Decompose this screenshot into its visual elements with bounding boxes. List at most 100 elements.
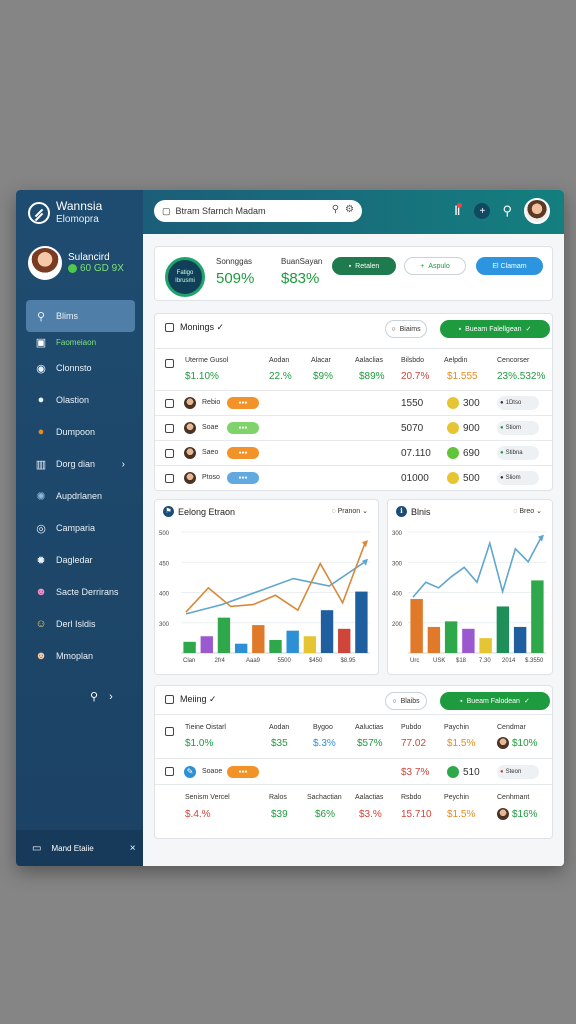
checkbox[interactable] — [165, 474, 174, 483]
search-input[interactable]: ▢ Btram Sfarnch Madam ⚲ ⚙ — [154, 200, 362, 222]
bar — [444, 621, 458, 653]
y-tick-label: 450 — [159, 561, 170, 567]
sidebar-item-faomeiaon[interactable]: ▣ Faomeiaon — [26, 332, 135, 352]
blaibs-button[interactable]: ○ Blaibs — [385, 692, 427, 710]
bueam-falodean-button[interactable]: ▪ Bueam Falodean ✓ — [440, 692, 550, 710]
search-icon[interactable]: ⚲ — [332, 204, 339, 215]
checkbox[interactable] — [165, 767, 174, 776]
status-dot-icon — [68, 264, 77, 273]
row-number: 01000 — [401, 473, 429, 484]
row-number: 1550 — [401, 398, 424, 409]
retalen-button[interactable]: ▪ Retalen — [332, 257, 396, 275]
row-coin-value: 900 — [463, 423, 480, 434]
sidebar-item-sacte-derrirans[interactable]: ☻ Sacte Derrirans — [26, 576, 135, 608]
column-header: Pubdo — [401, 724, 422, 731]
sidebar-item-dorg-dian[interactable]: ▥ Dorg dian › — [26, 448, 135, 480]
profile-status: 60 GD 9X — [68, 263, 124, 274]
checkbox[interactable] — [165, 449, 174, 458]
checkbox[interactable] — [165, 323, 174, 332]
bar — [200, 636, 213, 653]
sidebar-footer[interactable]: ▭ Mand Etaiie × — [16, 830, 143, 866]
sidebar-item-label: Mmoplan — [56, 651, 94, 661]
aspulo-button[interactable]: + Aspulo — [404, 257, 466, 275]
checkbox[interactable] — [165, 727, 174, 736]
sidebar-item-mmoplan[interactable]: ☻ Mmoplan — [26, 640, 135, 672]
sidebar-item-olastion[interactable]: ● Olastion — [26, 384, 135, 416]
avatar[interactable] — [524, 198, 550, 224]
bar — [320, 610, 334, 653]
status-badge: ●●● — [227, 766, 259, 778]
chart-card-right: ℹ Blnis ◌ Breo ⌄ 300 300 400 200 Urc USK $18 7.… — [387, 499, 553, 675]
row-chip[interactable]: ● 1Dtso — [497, 396, 539, 410]
sidebar-footer-label: Mand Etaiie — [51, 843, 94, 853]
biaims-button[interactable]: ○ Biaims — [385, 320, 427, 338]
bar — [269, 639, 282, 653]
row-name: Ptoso — [202, 474, 220, 481]
coin-icon — [447, 397, 459, 409]
table-row[interactable]: ✎ Soaoe ●●● $3 7% 510 ● Steon — [155, 758, 552, 784]
check-icon: ● — [500, 450, 504, 456]
brand[interactable]: Wannsia Elomopra — [28, 200, 102, 226]
bar — [217, 617, 231, 653]
summary-value: $1.0% — [185, 738, 214, 749]
sidebar-item-blims[interactable]: ⚲ Blims — [26, 300, 135, 332]
row-number: 5070 — [401, 423, 424, 434]
table-summary-row[interactable]: Tieine Oistarl Aodan Bygoo Aaluctias Pub… — [155, 714, 552, 758]
row-chip[interactable]: ● Steon — [497, 765, 539, 779]
notification-icon[interactable]: Ⅱ — [454, 203, 463, 219]
sidebar-item-label: Faomeiaon — [56, 337, 97, 347]
lock-icon: ▪ — [348, 262, 352, 270]
table-row[interactable]: Rebio ●●● 1550 300 ● 1Dtso — [155, 390, 552, 415]
profile-status-text: 60 GD 9X — [80, 263, 124, 274]
stat-badge-line2: Ibrusmi — [175, 278, 195, 284]
chevron-right-icon: › — [121, 458, 125, 470]
sidebar-item-clonnsto[interactable]: ◉ Clonnsto — [26, 352, 135, 384]
close-icon[interactable]: × — [130, 843, 136, 854]
table-row[interactable]: Soae ●●● 5070 900 ● Stiom — [155, 415, 552, 440]
checkbox[interactable] — [165, 359, 174, 368]
row-chip-label: Sliom — [505, 475, 521, 481]
row-chip[interactable]: ● Stibna — [497, 446, 539, 460]
table-summary-row[interactable]: Senism Vercel Ralos Sachactian Aalactias… — [155, 784, 552, 832]
sidebar-item-dagledar[interactable]: ✹ Dagledar — [26, 544, 135, 576]
lock-icon: ▪ — [458, 325, 462, 333]
table-row[interactable]: Ptoso ●●● 01000 500 ● Sliom — [155, 465, 552, 490]
series-line-blue — [185, 561, 366, 615]
retalen-button-label: Retalen — [355, 262, 380, 270]
row-chip[interactable]: ● Stiom — [497, 421, 539, 435]
summary-value: $1.5% — [447, 738, 476, 749]
main-content: Fatigo Ibrusmi Sonnggas 509% BuanSayan $… — [143, 234, 564, 866]
settings-icon[interactable]: ⚙ — [345, 204, 354, 215]
add-icon[interactable]: + — [474, 203, 491, 219]
summary-value: $1.10% — [185, 371, 219, 382]
checkbox[interactable] — [165, 695, 174, 704]
row-chip[interactable]: ● Sliom — [497, 471, 539, 485]
sidebar-item-dumpoon[interactable]: ● Dumpoon — [26, 416, 135, 448]
profile[interactable]: Sulancird 60 GD 9X — [28, 246, 124, 280]
scooter-icon: ⚲ — [90, 691, 99, 703]
column-header: Bygoo — [313, 724, 333, 731]
table-row[interactable]: Saeo ●●● 07.110 690 ● Stibna — [155, 440, 552, 465]
sidebar-item-camparia[interactable]: ◎ Camparia — [26, 512, 135, 544]
row-name: Rebio — [202, 399, 221, 406]
bar — [355, 591, 368, 653]
table-summary-row[interactable]: Uterme Gusol Aodan Alacar Aalaclias Bils… — [155, 348, 552, 390]
brand-logo-icon — [28, 202, 50, 224]
bar — [427, 626, 441, 653]
sidebar-item-derl-isldis[interactable]: ☺ Derl Isldis — [26, 608, 135, 640]
sidebar-item-aupdrlanen[interactable]: ✺ Aupdrlanen — [26, 480, 135, 512]
el-clamam-button[interactable]: El Clamam — [476, 257, 543, 275]
checkbox[interactable] — [165, 399, 174, 408]
checkbox[interactable] — [165, 424, 174, 433]
search-icon[interactable]: ⚲ — [502, 203, 512, 219]
column-header: Sachactian — [307, 794, 342, 801]
stat-1-label: Sonnggas — [216, 257, 253, 266]
bar — [513, 626, 527, 653]
sidebar-more[interactable]: ⚲ › — [90, 690, 113, 703]
status-badge: ●●● — [227, 397, 259, 409]
column-header: Aodan — [269, 357, 290, 364]
row-chip-label: 1Dtso — [505, 400, 522, 406]
search-icon: ⚲ — [36, 310, 46, 323]
table-title-text: Meiing ✓ — [180, 694, 217, 704]
bueam-button[interactable]: ▪ Bueam Falellgean ✓ — [440, 320, 550, 338]
